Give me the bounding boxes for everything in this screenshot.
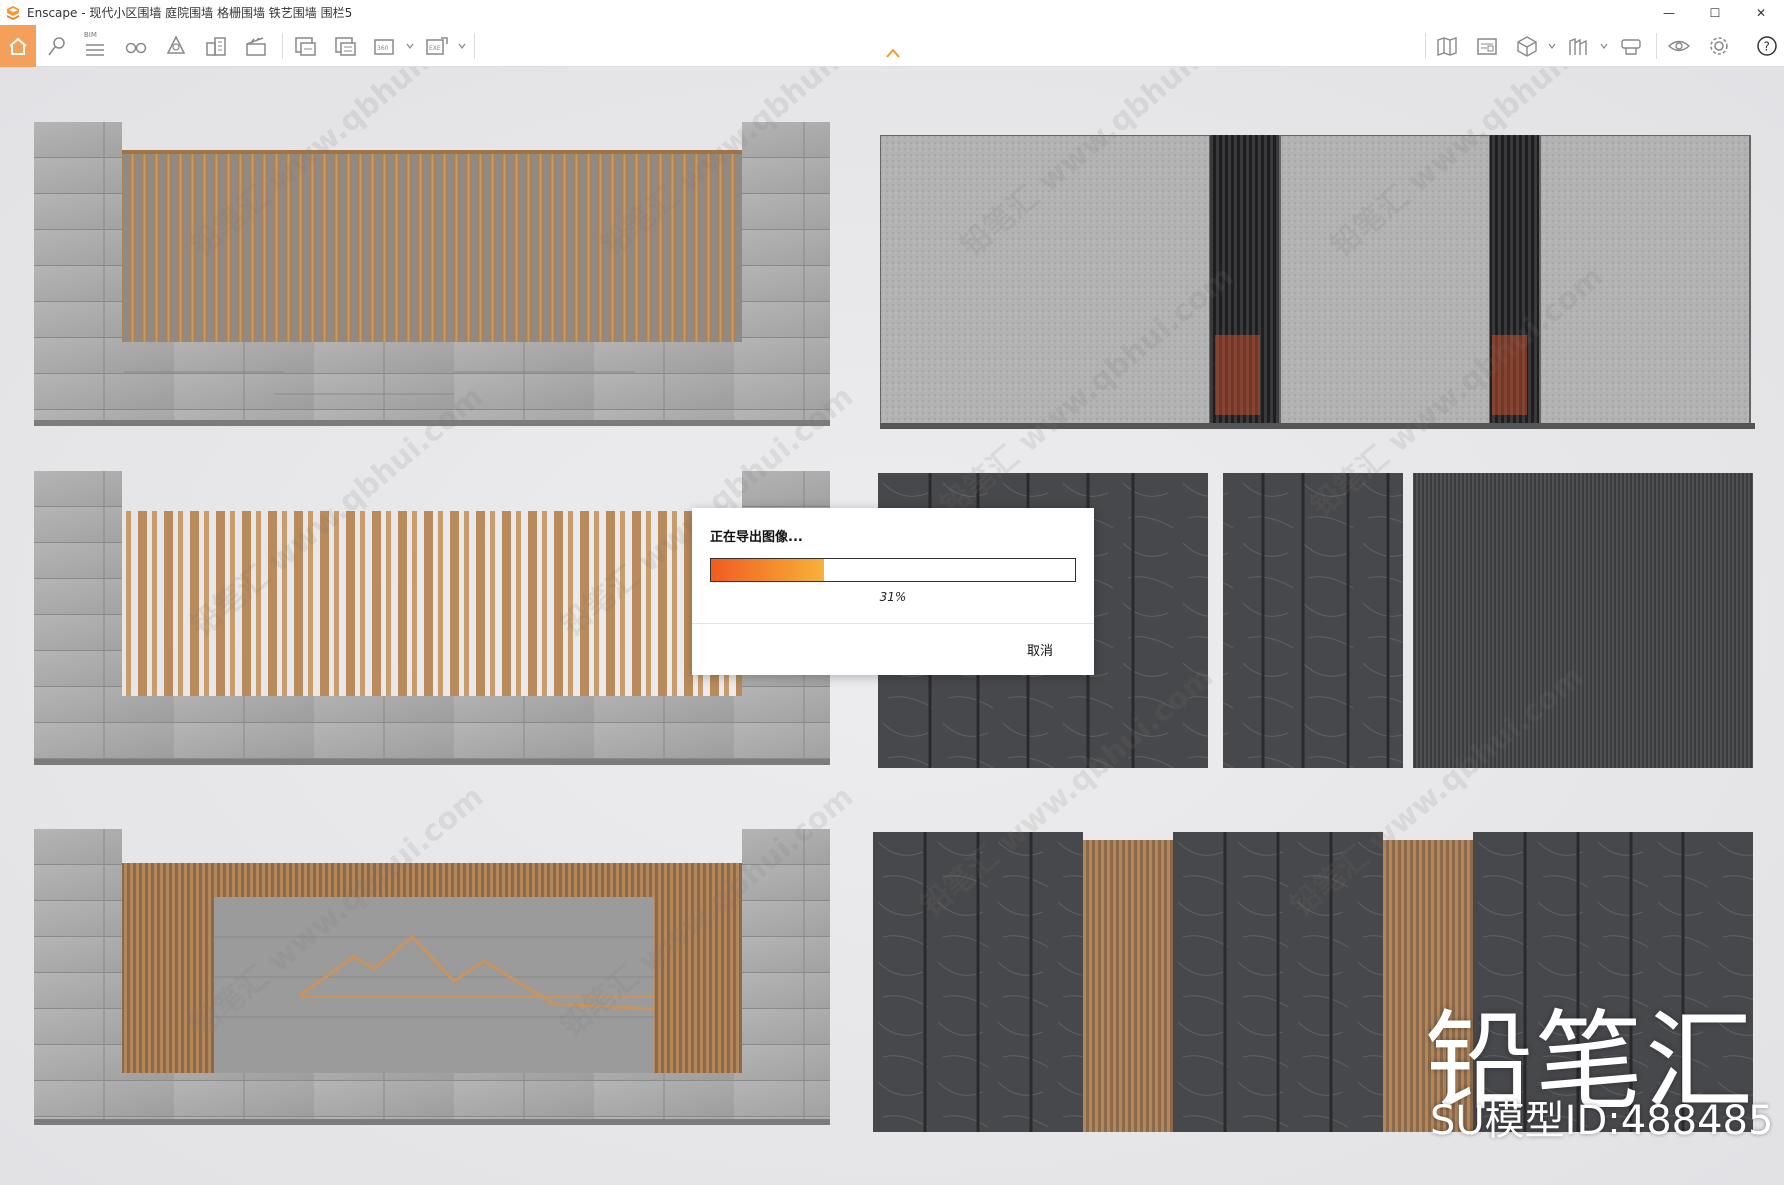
preview-button[interactable] — [1666, 34, 1692, 58]
panorama-button[interactable]: 360 — [372, 34, 398, 58]
progress-percent: 31% — [879, 590, 907, 604]
export-progress-dialog: 正在导出图像... 31% 取消 — [692, 508, 1094, 675]
binoculars-icon — [125, 42, 147, 54]
toolbar-separator — [1425, 33, 1426, 59]
bim-list-button[interactable] — [82, 34, 108, 58]
building-button[interactable] — [203, 34, 229, 58]
chevron-down-icon[interactable] — [406, 42, 414, 50]
list-icon — [86, 44, 104, 56]
eye-icon — [1667, 40, 1691, 52]
building-icon — [206, 37, 226, 56]
model-id-watermark: SU模型ID:488485 — [1430, 1098, 1774, 1144]
export-exe-icon: EXE — [426, 37, 448, 55]
cancel-button[interactable]: 取消 — [1010, 640, 1070, 664]
help-button[interactable]: ? — [1754, 34, 1780, 58]
chevron-down-icon[interactable] — [1600, 42, 1608, 50]
toolbar-separator — [1656, 33, 1657, 59]
dialog-divider — [692, 623, 1094, 624]
maximize-button[interactable]: ☐ — [1692, 0, 1738, 25]
chevron-down-icon[interactable] — [1548, 42, 1556, 50]
visual-settings-button[interactable] — [163, 34, 189, 58]
toolbar: BIM 360 EXE ? — [0, 25, 1784, 67]
wall-model-slabs — [880, 135, 1755, 435]
enscape-logo-icon — [7, 5, 19, 20]
hat-icon — [1569, 37, 1587, 55]
wall-model-mountain-relief — [34, 829, 834, 1129]
map-button[interactable] — [1434, 34, 1460, 58]
asset-library-button[interactable] — [1474, 34, 1500, 58]
home-button[interactable] — [0, 25, 36, 67]
shield-icon — [166, 35, 186, 54]
window-controls: — ☐ ✕ — [1646, 0, 1784, 25]
svg-text:EXE: EXE — [429, 45, 441, 52]
collapse-toolbar-icon[interactable] — [885, 47, 901, 59]
cube-icon — [1517, 36, 1537, 57]
screenshot-icon — [295, 37, 316, 56]
progress-bar — [710, 558, 1076, 582]
svg-text:360: 360 — [377, 45, 389, 52]
toolbar-separator — [474, 33, 475, 59]
walk-mode-button[interactable] — [123, 34, 149, 58]
progress-bar-fill — [711, 559, 824, 581]
toolbar-separator — [282, 33, 283, 59]
location-pin-button[interactable] — [44, 34, 70, 58]
settings-pack-icon — [1621, 39, 1641, 55]
minimize-button[interactable]: — — [1646, 0, 1692, 25]
dialog-title: 正在导出图像... — [710, 530, 803, 545]
video-editor-button[interactable] — [243, 34, 269, 58]
screenshot-button[interactable] — [292, 34, 318, 58]
map-icon — [1437, 37, 1457, 56]
batch-render-icon — [335, 37, 356, 56]
settings-pack-button[interactable] — [1618, 34, 1644, 58]
settings-button[interactable] — [1706, 34, 1732, 58]
export-button[interactable]: EXE — [424, 34, 450, 58]
views-button[interactable] — [1566, 34, 1592, 58]
chevron-down-icon[interactable] — [458, 42, 466, 50]
home-icon — [9, 37, 27, 55]
close-button[interactable]: ✕ — [1738, 0, 1784, 25]
window-title: Enscape - 现代小区围墙 庭院围墙 格栅围墙 铁艺围墙 围栏5 — [27, 6, 353, 20]
clapperboard-icon — [246, 37, 266, 56]
panorama-360-icon: 360 — [374, 39, 394, 55]
location-pin-icon — [48, 37, 65, 56]
title-bar: Enscape - 现代小区围墙 庭院围墙 格栅围墙 铁艺围墙 围栏5 — ☐ … — [0, 0, 1784, 25]
asset-library-icon — [1477, 38, 1497, 55]
material-editor-button[interactable] — [1514, 34, 1540, 58]
gear-icon — [1710, 37, 1728, 55]
help-icon: ? — [1757, 36, 1777, 56]
batch-render-button[interactable] — [332, 34, 358, 58]
svg-text:?: ? — [1764, 40, 1770, 54]
wall-model-grille-1 — [34, 122, 834, 442]
